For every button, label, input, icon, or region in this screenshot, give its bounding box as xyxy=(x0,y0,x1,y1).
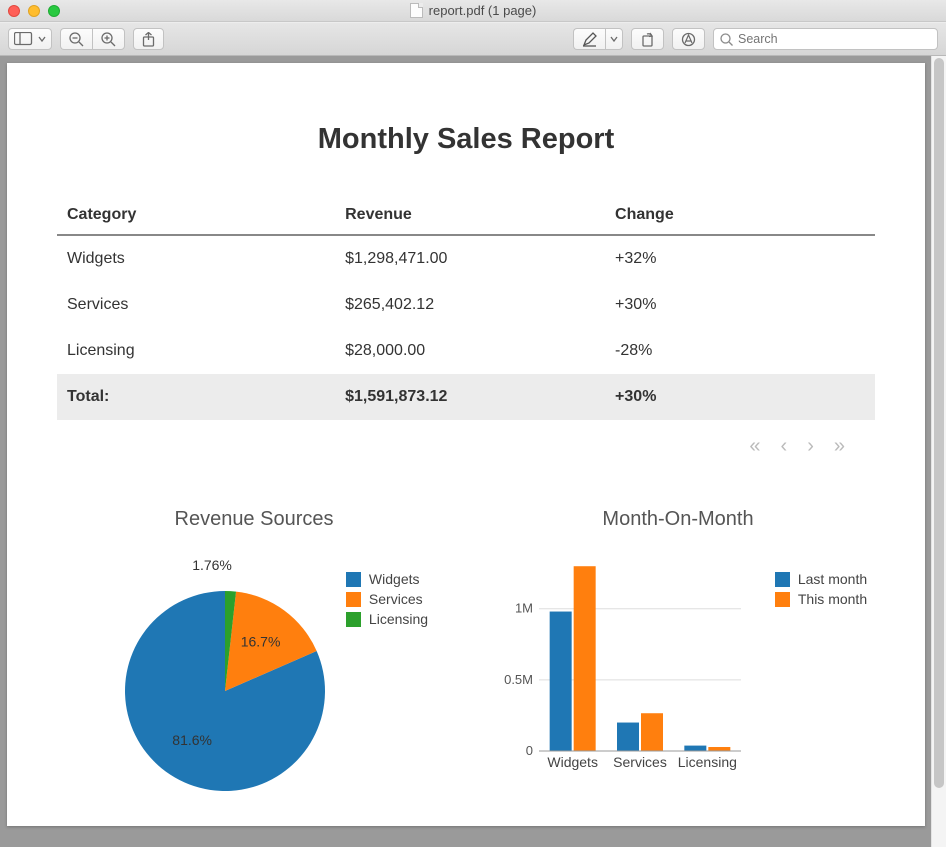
col-header: Category xyxy=(57,196,335,235)
zoom-in-icon xyxy=(101,32,116,47)
legend-swatch xyxy=(775,592,790,607)
legend-swatch xyxy=(346,592,361,607)
pie-legend: Widgets Services Licensing xyxy=(346,571,428,631)
pie-slice-label: 81.6% xyxy=(172,732,212,748)
zoom-out-icon xyxy=(69,32,84,47)
col-header: Revenue xyxy=(335,196,605,235)
sidebar-icon xyxy=(14,32,36,46)
table-row: Licensing $28,000.00 -28% xyxy=(57,328,875,374)
document-viewport[interactable]: Monthly Sales Report Category Revenue Ch… xyxy=(0,56,946,847)
legend-swatch xyxy=(346,612,361,627)
highlight-icon xyxy=(582,32,597,47)
y-tick-label: 0.5M xyxy=(504,672,533,687)
legend-label: This month xyxy=(798,591,867,607)
pie-chart-body: 81.6% 16.7% 1.76% Widgets Services Licensing xyxy=(57,556,451,796)
cell-total-label: Total: xyxy=(57,374,335,420)
search-icon xyxy=(720,33,733,46)
pie-chart-title: Revenue Sources xyxy=(57,508,451,531)
cell-category: Widgets xyxy=(57,235,335,282)
chevron-down-icon xyxy=(38,35,46,43)
bar-chart-body: 0 0.5M 1M Widgets Services Licensing Last mon… xyxy=(481,556,875,796)
pie-chart: 81.6% 16.7% 1.76% xyxy=(80,556,340,796)
report-title: Monthly Sales Report xyxy=(57,123,875,156)
bar xyxy=(574,566,596,751)
legend-swatch xyxy=(775,572,790,587)
pager-last-icon[interactable]: » xyxy=(834,435,845,458)
y-tick-label: 0 xyxy=(526,743,533,758)
window-title: report.pdf (1 page) xyxy=(0,3,946,18)
table-total-row: Total: $1,591,873.12 +30% xyxy=(57,374,875,420)
rotate-icon xyxy=(640,32,655,47)
zoom-out-button[interactable] xyxy=(60,28,92,50)
bar-chart: 0 0.5M 1M Widgets Services Licensing xyxy=(489,556,769,796)
legend-item: Licensing xyxy=(346,611,428,627)
legend-label: Last month xyxy=(798,571,867,587)
highlight-menu-button[interactable] xyxy=(605,28,623,50)
bar xyxy=(617,723,639,751)
window-titlebar: report.pdf (1 page) xyxy=(0,0,946,22)
legend-label: Widgets xyxy=(369,571,420,587)
cell-revenue: $28,000.00 xyxy=(335,328,605,374)
bar xyxy=(708,747,730,751)
file-icon xyxy=(410,3,423,18)
sidebar-toggle-button[interactable] xyxy=(8,28,52,50)
cell-category: Services xyxy=(57,282,335,328)
markup-icon xyxy=(681,32,696,47)
chevron-down-icon xyxy=(610,35,618,43)
pager-first-icon[interactable]: « xyxy=(749,435,760,458)
pdf-page: Monthly Sales Report Category Revenue Ch… xyxy=(7,63,925,826)
bar-legend: Last month This month xyxy=(775,571,867,611)
bar xyxy=(684,746,706,751)
legend-item: This month xyxy=(775,591,867,607)
bar xyxy=(550,612,572,751)
scrollbar-thumb[interactable] xyxy=(934,58,944,788)
window-title-text: report.pdf (1 page) xyxy=(429,3,537,18)
x-tick-label: Licensing xyxy=(678,754,737,770)
markup-button[interactable] xyxy=(672,28,705,50)
toolbar xyxy=(0,22,946,56)
pager-prev-icon[interactable]: ‹ xyxy=(781,435,788,458)
table-row: Services $265,402.12 +30% xyxy=(57,282,875,328)
pie-slice-label: 1.76% xyxy=(192,557,232,573)
table-row: Widgets $1,298,471.00 +32% xyxy=(57,235,875,282)
cell-category: Licensing xyxy=(57,328,335,374)
legend-label: Licensing xyxy=(369,611,428,627)
y-tick-label: 1M xyxy=(515,601,533,616)
cell-revenue: $1,298,471.00 xyxy=(335,235,605,282)
cell-change: -28% xyxy=(605,328,875,374)
search-input[interactable] xyxy=(738,32,931,46)
x-tick-label: Widgets xyxy=(547,754,598,770)
charts-row: Revenue Sources 81.6% 16.7% 1.76% Widgets S… xyxy=(57,508,875,796)
zoom-in-button[interactable] xyxy=(92,28,125,50)
cell-change: +32% xyxy=(605,235,875,282)
zoom-group xyxy=(60,28,125,50)
legend-label: Services xyxy=(369,591,423,607)
share-button[interactable] xyxy=(133,28,164,50)
legend-item: Widgets xyxy=(346,571,428,587)
cell-total-chg: +30% xyxy=(605,374,875,420)
share-icon xyxy=(142,32,155,47)
pie-slice-label: 16.7% xyxy=(241,634,281,650)
cell-change: +30% xyxy=(605,282,875,328)
cell-total-rev: $1,591,873.12 xyxy=(335,374,605,420)
x-tick-label: Services xyxy=(613,754,667,770)
revenue-table: Category Revenue Change Widgets $1,298,4… xyxy=(57,196,875,420)
legend-item: Last month xyxy=(775,571,867,587)
col-header: Change xyxy=(605,196,875,235)
highlight-button[interactable] xyxy=(573,28,605,50)
pager-next-icon[interactable]: › xyxy=(807,435,814,458)
bar xyxy=(641,713,663,751)
legend-item: Services xyxy=(346,591,428,607)
annotate-group xyxy=(573,28,623,50)
table-header-row: Category Revenue Change xyxy=(57,196,875,235)
rotate-button[interactable] xyxy=(631,28,664,50)
bar-chart-panel: Month-On-Month 0 0.5M 1M Widgets Services Lic… xyxy=(481,508,875,796)
table-pager: « ‹ › » xyxy=(57,420,875,458)
pie-chart-panel: Revenue Sources 81.6% 16.7% 1.76% Widgets S… xyxy=(57,508,451,796)
vertical-scrollbar[interactable] xyxy=(931,56,946,847)
legend-swatch xyxy=(346,572,361,587)
bar-chart-title: Month-On-Month xyxy=(481,508,875,531)
cell-revenue: $265,402.12 xyxy=(335,282,605,328)
search-field[interactable] xyxy=(713,28,938,50)
